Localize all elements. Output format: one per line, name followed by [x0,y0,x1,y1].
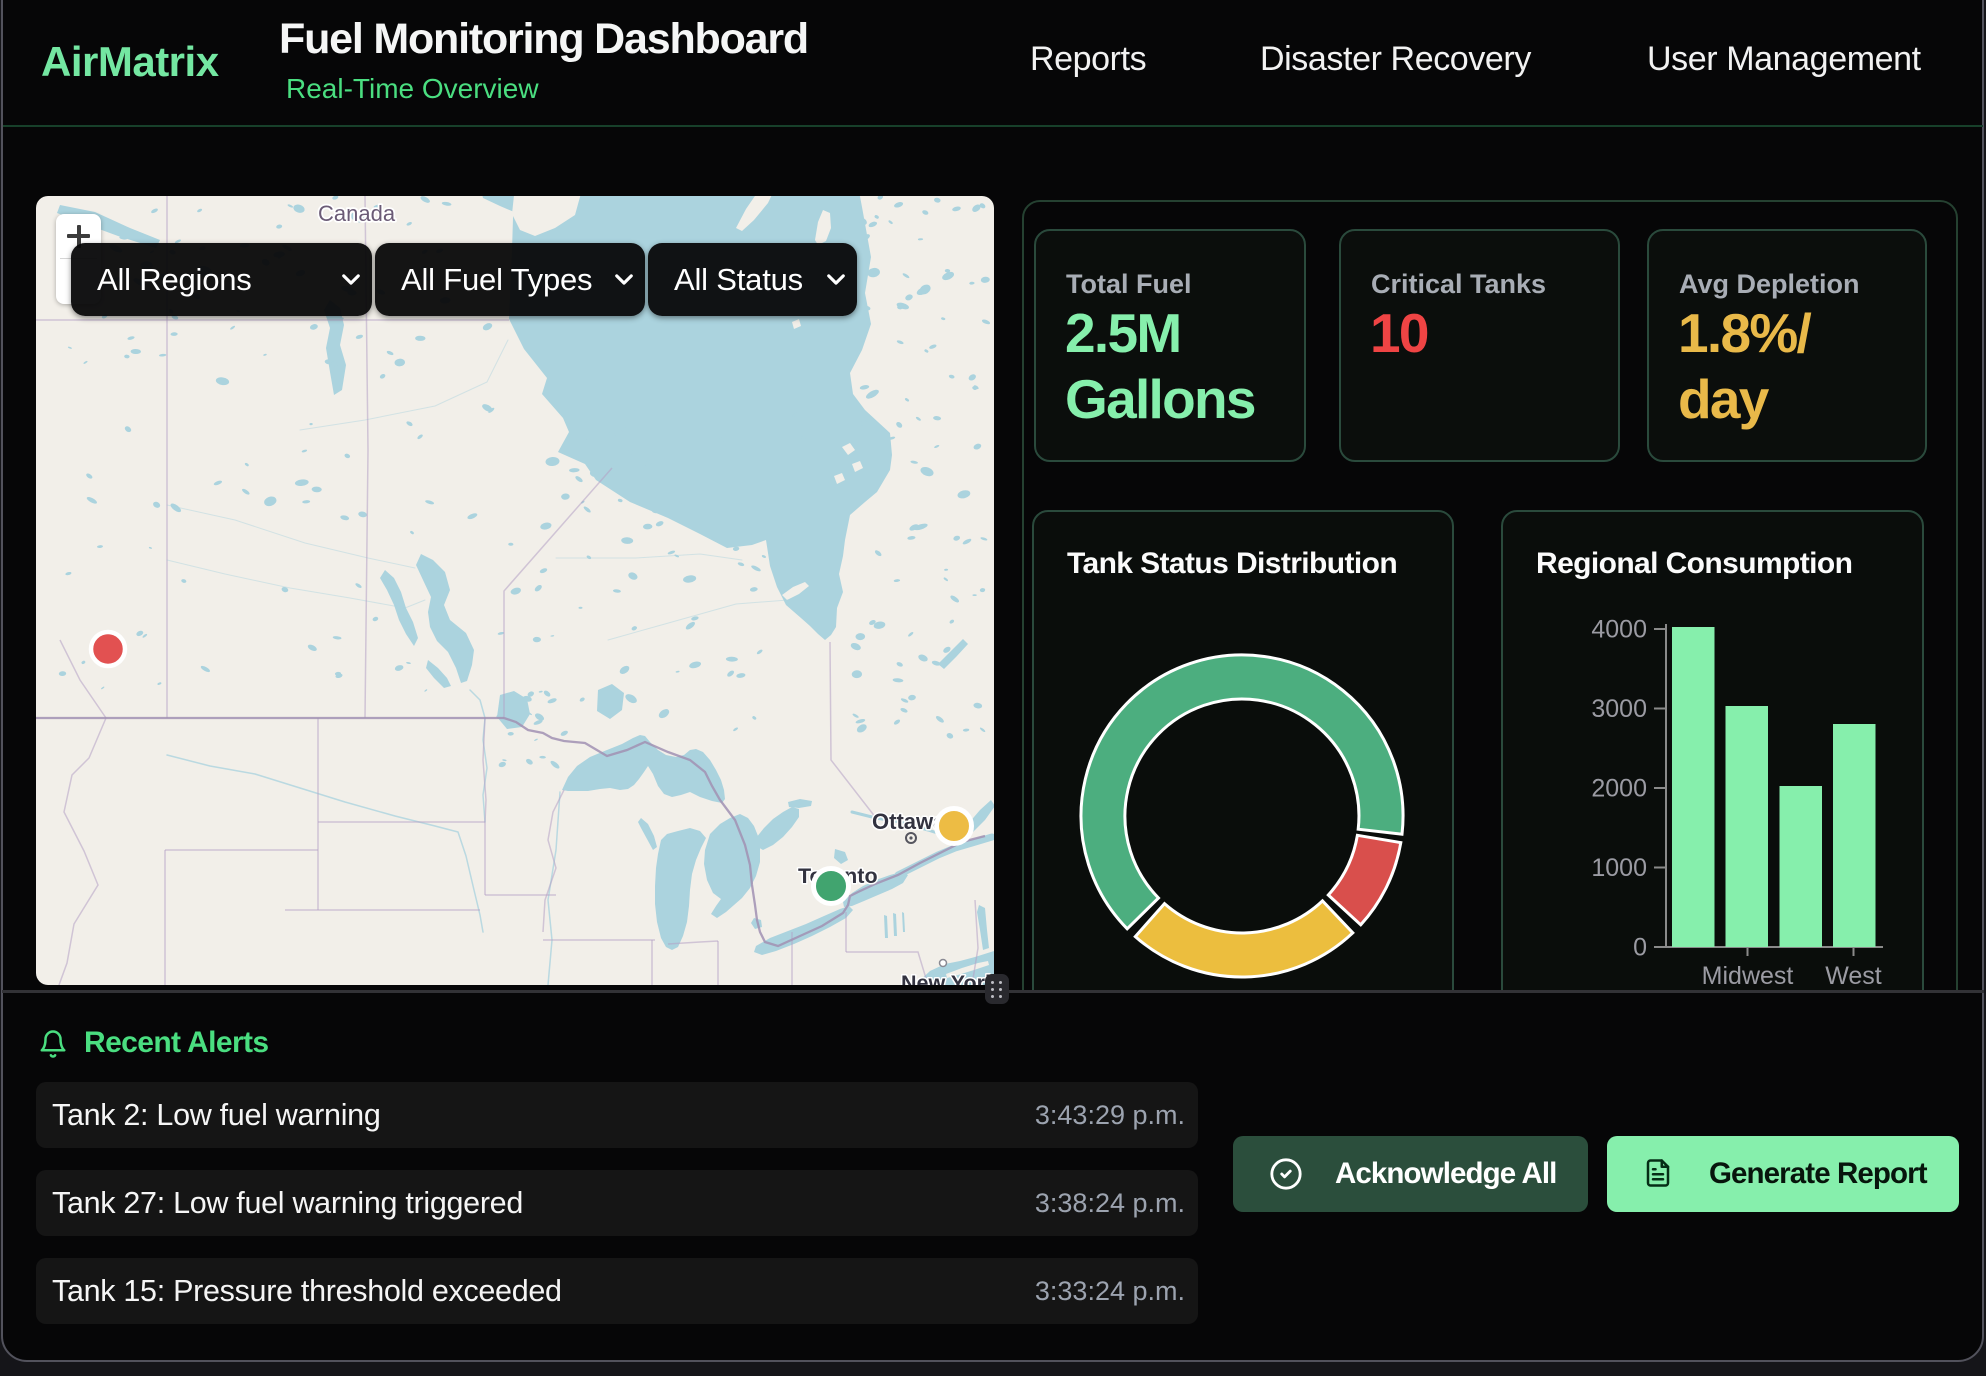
svg-text:4000: 4000 [1591,616,1647,644]
svg-text:0: 0 [1633,934,1647,962]
svg-text:Midwest: Midwest [1702,962,1794,990]
svg-text:2000: 2000 [1591,775,1647,803]
svg-text:Canada: Canada [318,201,396,226]
svg-text:3000: 3000 [1591,695,1647,723]
svg-text:New York: New York [901,971,994,985]
svg-text:West: West [1825,962,1882,990]
svg-text:1000: 1000 [1591,854,1647,882]
